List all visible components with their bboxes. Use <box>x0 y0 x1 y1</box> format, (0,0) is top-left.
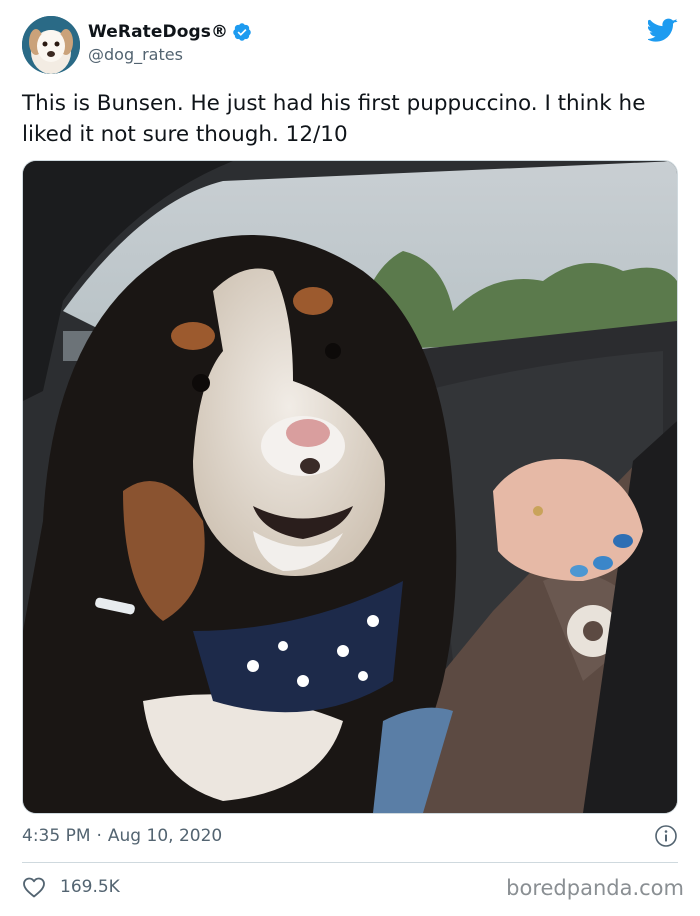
tweet-date[interactable]: Aug 10, 2020 <box>108 826 222 846</box>
heart-icon <box>23 877 45 898</box>
tweet-photo[interactable] <box>22 160 678 814</box>
twitter-bird-icon[interactable] <box>648 18 678 44</box>
tweet-meta: 4:35 PM · Aug 10, 2020 <box>22 822 682 850</box>
tweet-text: This is Bunsen. He just had his first pu… <box>22 91 646 147</box>
verified-badge-icon <box>233 23 251 41</box>
like-button[interactable]: 169.5K <box>22 873 120 901</box>
tweet-header: WeRateDogs® @dog_rates <box>22 16 682 76</box>
display-name[interactable]: WeRateDogs® <box>88 22 228 42</box>
tweet-time[interactable]: 4:35 PM <box>22 826 91 846</box>
like-count: 169.5K <box>60 877 120 897</box>
dog-photo-image <box>23 161 677 813</box>
meta-separator: · <box>96 826 102 846</box>
display-name-row: WeRateDogs® <box>88 20 252 44</box>
user-handle[interactable]: @dog_rates <box>88 45 252 64</box>
dog-avatar-icon <box>22 16 80 74</box>
divider <box>22 862 678 863</box>
watermark: boredpanda.com <box>506 876 684 900</box>
info-icon[interactable] <box>654 824 678 848</box>
user-info: WeRateDogs® @dog_rates <box>88 20 252 64</box>
avatar[interactable] <box>22 16 80 74</box>
